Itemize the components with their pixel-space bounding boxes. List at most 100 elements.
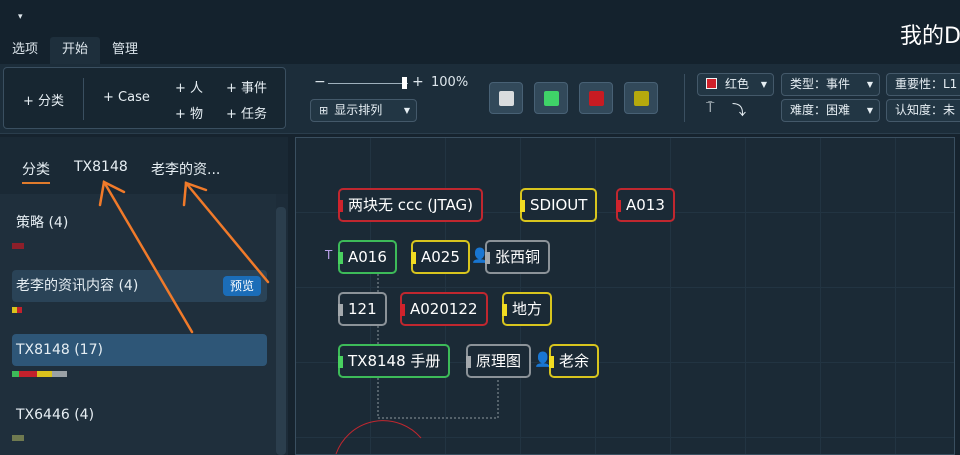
- color-tag: [338, 200, 343, 212]
- menu-tabs: 选项 开始 管理: [0, 37, 150, 64]
- node-label: SDIOUT: [530, 196, 588, 214]
- color-tag: [616, 200, 621, 212]
- importance-filter-value: 重要性：L1: [895, 77, 958, 91]
- red-swatch: [589, 91, 604, 106]
- preview-button[interactable]: 预览: [222, 276, 261, 296]
- type-filter-dropdown[interactable]: 类型：事件 ▼: [781, 73, 880, 96]
- category-progress-bar: [12, 243, 24, 249]
- progress-segment: [19, 371, 37, 377]
- chevron-down-icon: ▼: [866, 106, 873, 115]
- node-a016[interactable]: A016: [338, 240, 397, 274]
- add-task-button[interactable]: + 任务: [226, 103, 267, 122]
- difficulty-filter-dropdown[interactable]: 难度：困难 ▼: [781, 99, 880, 122]
- node-laoyu[interactable]: 老余: [549, 344, 600, 378]
- node-sdiout[interactable]: SDIOUT: [520, 188, 598, 222]
- node-label: A020122: [410, 300, 478, 318]
- category-item-tx8148[interactable]: TX8148 (17): [12, 334, 267, 366]
- node-a020122[interactable]: A020122: [400, 292, 488, 326]
- task-marker: T: [325, 248, 333, 262]
- color-tag: [411, 252, 416, 264]
- yellow-swatch: [634, 91, 649, 106]
- category-item-strategy[interactable]: 策略 (4): [12, 207, 267, 239]
- node-jtag[interactable]: 两块无 ccc (JTAG): [338, 188, 484, 222]
- node-label: 地方: [512, 300, 543, 318]
- dropdown-arrow-icon[interactable]: ▾: [18, 12, 23, 22]
- swatch-yellow-button[interactable]: [624, 82, 658, 114]
- category-label: 策略 (4): [16, 215, 69, 231]
- menu-tab-manage[interactable]: 管理: [100, 37, 150, 64]
- progress-segment: [17, 307, 22, 313]
- title-bar: ▾ 选项 开始 管理 我的D: [0, 0, 960, 64]
- add-category-button[interactable]: + 分类: [23, 90, 64, 109]
- white-swatch: [499, 91, 514, 106]
- sidebar-tab-laoli[interactable]: 老李的资...: [151, 159, 220, 179]
- color-tag: [400, 304, 405, 316]
- category-item-laoli[interactable]: 老李的资讯内容 (4) 预览: [12, 270, 267, 302]
- color-tag: [502, 304, 507, 316]
- add-case-button[interactable]: + Case: [103, 90, 150, 105]
- color-tag: [466, 356, 471, 368]
- awareness-filter-dropdown[interactable]: 认知度：未: [886, 99, 960, 122]
- node-label: TX8148 手册: [348, 352, 441, 370]
- node-121[interactable]: 121: [338, 292, 387, 326]
- progress-segment: [52, 371, 67, 377]
- category-progress-bar: [12, 371, 67, 377]
- display-sort-label: 显示排列: [334, 103, 383, 117]
- zoom-out-button[interactable]: −: [314, 74, 326, 90]
- color-tag: [338, 304, 343, 316]
- add-event-button[interactable]: + 事件: [226, 77, 267, 96]
- sidebar-tab-tx8148[interactable]: TX8148: [74, 159, 128, 175]
- zoom-in-button[interactable]: +: [412, 74, 424, 90]
- menu-tab-start[interactable]: 开始: [50, 37, 101, 64]
- menu-tab-options[interactable]: 选项: [0, 37, 50, 64]
- category-item-tx6446[interactable]: TX6446 (4): [12, 399, 267, 431]
- color-tag: [549, 356, 554, 368]
- chevron-down-icon: ▼: [760, 80, 767, 89]
- sidebar-scrollbar[interactable]: [276, 207, 286, 455]
- swatch-white-button[interactable]: [489, 82, 523, 114]
- grid-icon: ⊞: [319, 104, 329, 117]
- chevron-down-icon: ▼: [403, 106, 410, 115]
- node-label: 两块无 ccc (JTAG): [348, 196, 474, 214]
- connector-lines: [335, 274, 499, 454]
- node-a013[interactable]: A013: [616, 188, 675, 222]
- color-tag: [485, 252, 490, 264]
- sidebar-tab-categories[interactable]: 分类: [22, 159, 50, 184]
- add-object-button[interactable]: + 物: [175, 103, 203, 122]
- green-swatch: [544, 91, 559, 106]
- zoom-slider-thumb[interactable]: [402, 77, 407, 89]
- color-tag: [338, 356, 343, 368]
- add-items-group: + 分类 + Case + 人 + 物 + 事件 + 任务: [3, 67, 286, 129]
- node-tx8148-manual[interactable]: TX8148 手册: [338, 344, 451, 378]
- color-filter-dropdown[interactable]: 红色 ▼: [697, 73, 774, 96]
- color-tag: [338, 252, 343, 264]
- node-label: A025: [421, 248, 460, 266]
- zoom-slider-track[interactable]: [328, 83, 408, 84]
- pin-icon[interactable]: ⍑: [706, 100, 714, 116]
- progress-segment: [37, 371, 52, 377]
- red-color-square: [706, 78, 717, 89]
- swatch-red-button[interactable]: [579, 82, 613, 114]
- node-schematic[interactable]: 原理图: [466, 344, 532, 378]
- node-a025[interactable]: A025: [411, 240, 470, 274]
- progress-segment: [12, 371, 19, 377]
- ribbon-toolbar: + 分类 + Case + 人 + 物 + 事件 + 任务 − + 100% ⊞…: [0, 64, 960, 134]
- link-arrow-icon[interactable]: ⤵: [732, 100, 746, 120]
- category-progress-bar: [12, 307, 22, 313]
- chevron-down-icon: ▼: [866, 80, 873, 89]
- node-label: A013: [626, 196, 665, 214]
- node-zhangxitong[interactable]: 张西铜: [485, 240, 551, 274]
- node-difang[interactable]: 地方: [502, 292, 553, 326]
- category-label: 老李的资讯内容 (4): [16, 278, 139, 294]
- type-filter-value: 类型：事件: [790, 77, 851, 91]
- node-label: A016: [348, 248, 387, 266]
- display-sort-button[interactable]: ⊞ 显示排列 ▼: [310, 99, 417, 122]
- importance-filter-dropdown[interactable]: 重要性：L1: [886, 73, 960, 96]
- progress-segment: [12, 243, 24, 249]
- add-person-button[interactable]: + 人: [175, 77, 203, 96]
- swatch-green-button[interactable]: [534, 82, 568, 114]
- node-label: 张西铜: [495, 248, 541, 266]
- node-label: 老余: [559, 352, 590, 370]
- progress-segment: [12, 435, 24, 441]
- mind-map-canvas[interactable]: T 两块无 ccc (JTAG) SDIOUT A013 A016 A025 👤…: [295, 137, 955, 455]
